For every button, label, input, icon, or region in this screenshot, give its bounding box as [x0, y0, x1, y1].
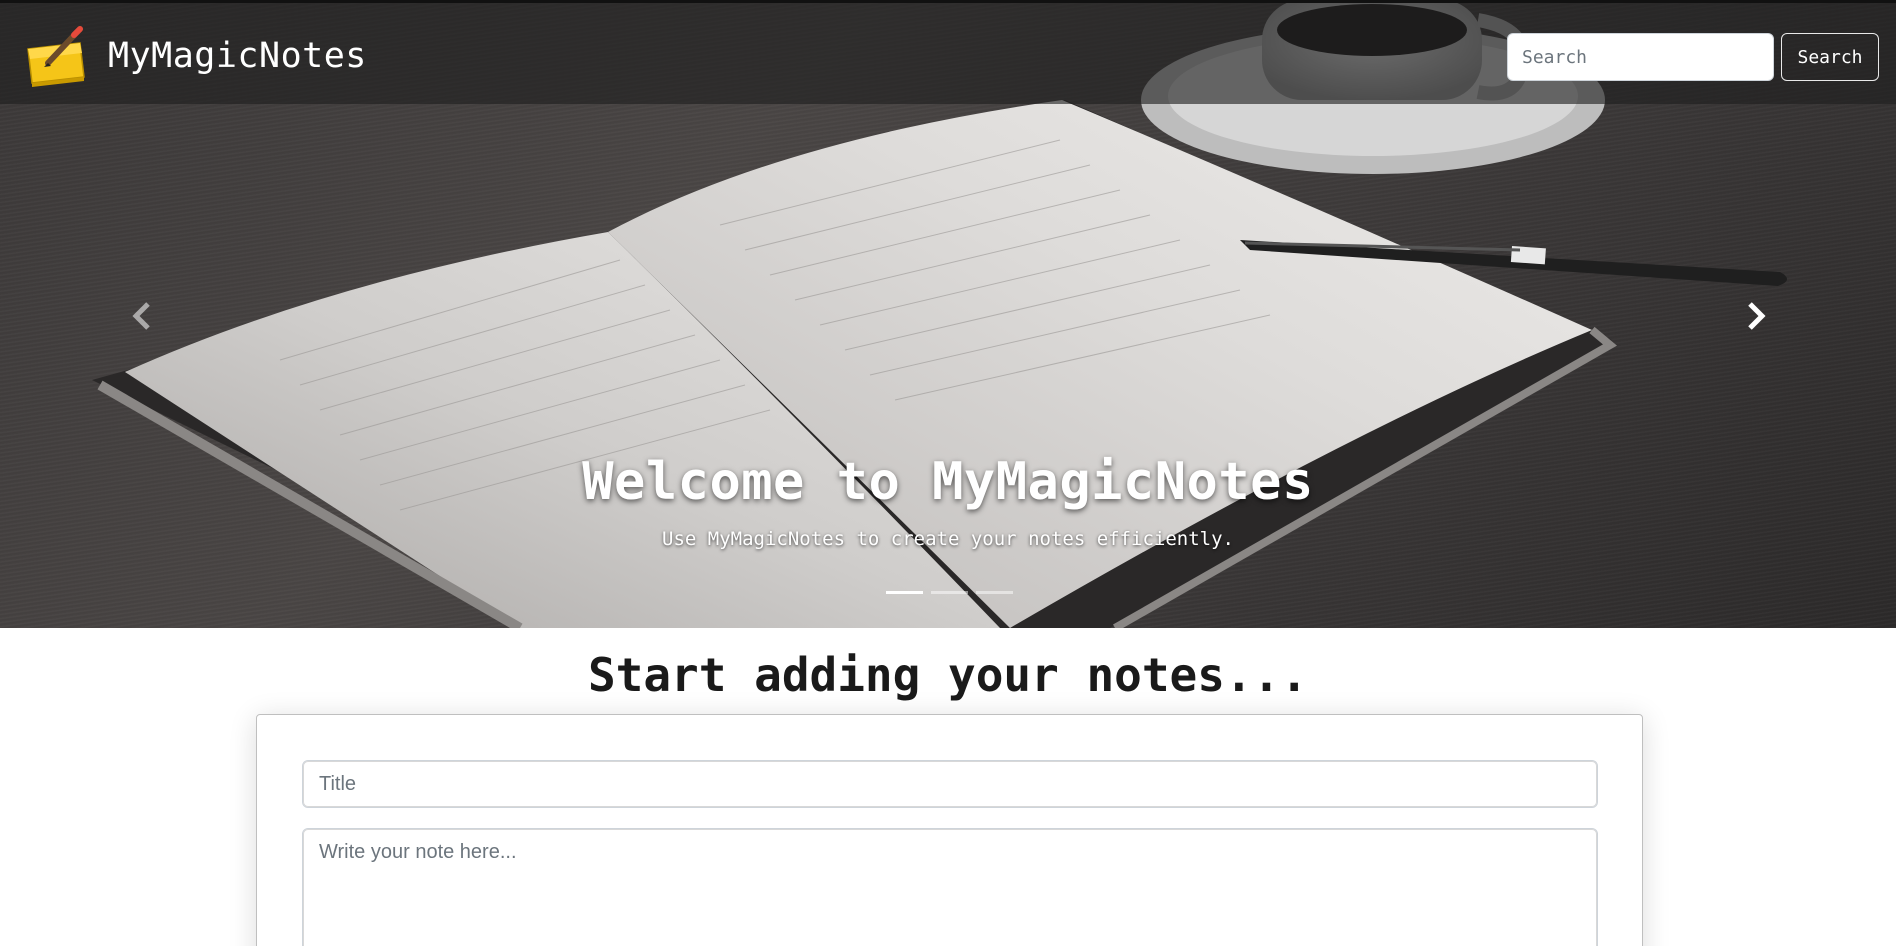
note-form-card — [256, 714, 1643, 946]
carousel-indicators — [886, 591, 1013, 594]
carousel-title: Welcome to MyMagicNotes — [582, 452, 1314, 512]
notepad-pencil-icon — [27, 26, 85, 87]
navbar: MyMagicNotes Search — [0, 0, 1896, 104]
note-body-textarea[interactable] — [302, 828, 1598, 946]
brand-name: MyMagicNotes — [108, 36, 367, 76]
brand-link[interactable]: MyMagicNotes — [24, 25, 367, 87]
carousel-caption: Welcome to MyMagicNotes Use MyMagicNotes… — [0, 452, 1896, 550]
carousel-indicator-2[interactable] — [931, 591, 968, 594]
carousel-prev-button[interactable] — [122, 296, 162, 336]
carousel-indicator-1[interactable] — [886, 591, 923, 594]
chevron-right-icon — [1748, 302, 1766, 330]
carousel-indicator-3[interactable] — [976, 591, 1013, 594]
note-title-input[interactable] — [302, 760, 1598, 808]
carousel-subtitle: Use MyMagicNotes to create your notes ef… — [662, 528, 1234, 550]
carousel-next-button[interactable] — [1736, 296, 1776, 336]
search-button[interactable]: Search — [1781, 33, 1879, 81]
search-input[interactable] — [1507, 33, 1774, 81]
page-title: Start adding your notes... — [587, 648, 1309, 702]
chevron-left-icon — [132, 302, 150, 330]
